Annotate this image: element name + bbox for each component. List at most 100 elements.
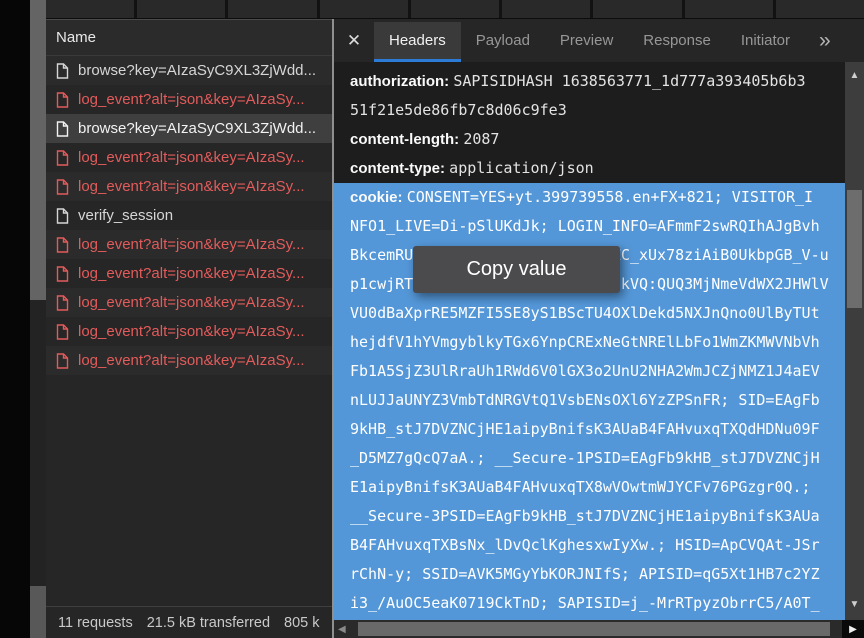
devtools-window: Name browse?key=AIzaSyC9XL3ZjWdd... log_… bbox=[0, 0, 864, 638]
request-row[interactable]: log_event?alt=json&key=AIzaSy... bbox=[46, 259, 332, 288]
header-line: 9kHB_stJ7DVZNCjHE1aipyBnifsK3AUaB4FAHvux… bbox=[350, 415, 845, 444]
header-value: 2087 bbox=[463, 130, 499, 148]
request-row[interactable]: verify_session bbox=[46, 201, 332, 230]
header-value: E1aipyBnifsK3AUaB4FAHvuxqTX8wVOwtmWJYCFv… bbox=[350, 478, 811, 496]
document-icon bbox=[56, 324, 69, 340]
header-value: SAPISIDHASH 1638563771_1d777a393405b6b3 bbox=[453, 72, 805, 90]
header-value: CONSENT=YES+yt.399739558.en+FX+821; VISI… bbox=[407, 188, 813, 206]
request-row[interactable]: log_event?alt=json&key=AIzaSy... bbox=[46, 346, 332, 375]
request-row[interactable]: browse?key=AIzaSyC9XL3ZjWdd... bbox=[46, 56, 332, 85]
outer-vertical-scrollbar[interactable] bbox=[30, 0, 46, 638]
v-scrollbar-thumb[interactable] bbox=[847, 190, 862, 308]
tab-initiator[interactable]: Initiator bbox=[726, 22, 805, 62]
request-name: log_event?alt=json&key=AIzaSy... bbox=[78, 91, 305, 108]
request-name: browse?key=AIzaSyC9XL3ZjWdd... bbox=[78, 62, 316, 79]
header-name: content-length: bbox=[350, 131, 463, 148]
top-cell-strip bbox=[46, 0, 864, 19]
header-entries: authorization: SAPISIDHASH 1638563771_1d… bbox=[334, 62, 845, 183]
request-name: browse?key=AIzaSyC9XL3ZjWdd... bbox=[78, 120, 316, 137]
header-value: _D5MZ7gQcQ7aA.; __Secure-1PSID=EAgFb9kHB… bbox=[350, 449, 820, 467]
header-value: hejdfV1hYVmgyblkyTGx6YnpCRExNeGtNRElLbFo… bbox=[350, 333, 820, 351]
network-summary-bar: 11 requests 21.5 kB transferred 805 k bbox=[46, 606, 332, 638]
header-value: application/json bbox=[449, 159, 594, 177]
header-line: 51f21e5de86fb7c8d06c9fe3 bbox=[350, 96, 845, 125]
tab-response[interactable]: Response bbox=[628, 22, 726, 62]
document-icon bbox=[56, 266, 69, 282]
top-strip-cell bbox=[593, 0, 681, 18]
name-column-header[interactable]: Name bbox=[46, 20, 332, 56]
copy-value-tooltip[interactable]: Copy value bbox=[413, 246, 620, 293]
header-line: __Secure-3PSID=EAgFb9kHB_stJ7DVZNCjHE1ai… bbox=[350, 502, 845, 531]
request-name: log_event?alt=json&key=AIzaSy... bbox=[78, 178, 305, 195]
top-strip-cell bbox=[137, 0, 225, 18]
top-strip-cell bbox=[46, 0, 134, 18]
header-name: authorization: bbox=[350, 73, 453, 90]
request-count: 11 requests bbox=[58, 615, 133, 631]
tab-preview[interactable]: Preview bbox=[545, 22, 628, 62]
resources-size: 805 k bbox=[284, 615, 319, 631]
h-scrollbar-thumb[interactable] bbox=[358, 622, 830, 636]
request-details-panel: ✕ Headers Payload Preview Response Initi… bbox=[334, 19, 864, 638]
header-line: authorization: SAPISIDHASH 1638563771_1d… bbox=[350, 67, 845, 96]
header-value: nLUJJaUNYZ3VmbTdNRGVtQ1VsbENsOXl6YzZPSnF… bbox=[350, 391, 820, 409]
outer-scrollbar-bottom[interactable] bbox=[30, 586, 46, 638]
scroll-up-icon[interactable]: ▲ bbox=[845, 67, 864, 83]
tab-payload[interactable]: Payload bbox=[461, 22, 545, 62]
header-line: rChN-y; SSID=AVK5MGyYbKORJNIfS; APISID=q… bbox=[350, 560, 845, 589]
header-name: content-type: bbox=[350, 160, 449, 177]
name-column-label: Name bbox=[56, 29, 96, 46]
top-strip-cell bbox=[228, 0, 316, 18]
header-line: content-length: 2087 bbox=[350, 125, 845, 154]
outer-scrollbar-thumb[interactable] bbox=[30, 0, 46, 300]
request-name: log_event?alt=json&key=AIzaSy... bbox=[78, 236, 305, 253]
header-value: 9kHB_stJ7DVZNCjHE1aipyBnifsK3AUaB4FAHvux… bbox=[350, 420, 820, 438]
request-name: log_event?alt=json&key=AIzaSy... bbox=[78, 323, 305, 340]
header-line: nLUJJaUNYZ3VmbTdNRGVtQ1VsbENsOXl6YzZPSnF… bbox=[350, 386, 845, 415]
top-strip-cell bbox=[502, 0, 590, 18]
request-name: verify_session bbox=[78, 207, 173, 224]
header-value: i3_/AuOC5eaK0719CkTnD; SAPISID=j_-MrRTpy… bbox=[350, 594, 820, 612]
request-row[interactable]: log_event?alt=json&key=AIzaSy... bbox=[46, 288, 332, 317]
details-vertical-scrollbar[interactable]: ▲ ▼ bbox=[845, 62, 864, 620]
document-icon bbox=[56, 150, 69, 166]
top-strip-cell bbox=[685, 0, 773, 18]
header-value: B4FAHvuxqTXBsNx_lDvQclKghesxwIyXw.; HSID… bbox=[350, 536, 820, 554]
network-request-panel: Name browse?key=AIzaSyC9XL3ZjWdd... log_… bbox=[46, 19, 332, 638]
header-line: hejdfV1hYVmgyblkyTGx6YnpCRExNeGtNRElLbFo… bbox=[350, 328, 845, 357]
top-strip-cell bbox=[320, 0, 408, 18]
header-line: i3_/AuOC5eaK0719CkTnD; SAPISID=j_-MrRTpy… bbox=[350, 589, 845, 618]
close-icon[interactable]: ✕ bbox=[334, 19, 374, 62]
request-row[interactable]: log_event?alt=json&key=AIzaSy... bbox=[46, 85, 332, 114]
left-gutter bbox=[0, 0, 30, 638]
request-list: browse?key=AIzaSyC9XL3ZjWdd... log_event… bbox=[46, 56, 332, 606]
document-icon bbox=[56, 353, 69, 369]
header-line: content-type: application/json bbox=[350, 154, 845, 183]
request-row[interactable]: log_event?alt=json&key=AIzaSy... bbox=[46, 230, 332, 259]
header-line: B4FAHvuxqTXBsNx_lDvQclKghesxwIyXw.; HSID… bbox=[350, 531, 845, 560]
request-name: log_event?alt=json&key=AIzaSy... bbox=[78, 352, 305, 369]
document-icon bbox=[56, 63, 69, 79]
document-icon bbox=[56, 179, 69, 195]
document-icon bbox=[56, 237, 69, 253]
request-name: log_event?alt=json&key=AIzaSy... bbox=[78, 294, 305, 311]
header-value: rChN-y; SSID=AVK5MGyYbKORJNIfS; APISID=q… bbox=[350, 565, 820, 583]
more-tabs-icon[interactable]: » bbox=[819, 19, 831, 62]
tab-headers[interactable]: Headers bbox=[374, 22, 461, 62]
request-name: log_event?alt=json&key=AIzaSy... bbox=[78, 149, 305, 166]
details-tab-bar: ✕ Headers Payload Preview Response Initi… bbox=[334, 19, 864, 62]
scroll-down-icon[interactable]: ▼ bbox=[845, 596, 864, 612]
request-row[interactable]: log_event?alt=json&key=AIzaSy... bbox=[46, 317, 332, 346]
details-horizontal-scrollbar[interactable]: ◀ ▶ bbox=[334, 620, 864, 638]
scroll-right-icon[interactable]: ▶ bbox=[842, 620, 864, 638]
document-icon bbox=[56, 295, 69, 311]
request-row[interactable]: log_event?alt=json&key=AIzaSy... bbox=[46, 172, 332, 201]
request-row[interactable]: browse?key=AIzaSyC9XL3ZjWdd... bbox=[46, 114, 332, 143]
header-value: Fb1A5SjZ3UlRraUh1RWd6V0lGX3o2UnU2NHA2WmJ… bbox=[350, 362, 820, 380]
transferred-size: 21.5 kB transferred bbox=[147, 615, 270, 631]
request-row[interactable]: log_event?alt=json&key=AIzaSy... bbox=[46, 143, 332, 172]
header-value: 51f21e5de86fb7c8d06c9fe3 bbox=[350, 101, 567, 119]
header-value: VU0dBaXprRE5MZFI5SE8yS1BScTU4OXlDekd5NXJ… bbox=[350, 304, 820, 322]
request-name: log_event?alt=json&key=AIzaSy... bbox=[78, 265, 305, 282]
scroll-left-icon[interactable]: ◀ bbox=[338, 620, 346, 638]
header-line: E1aipyBnifsK3AUaB4FAHvuxqTX8wVOwtmWJYCFv… bbox=[350, 473, 845, 502]
